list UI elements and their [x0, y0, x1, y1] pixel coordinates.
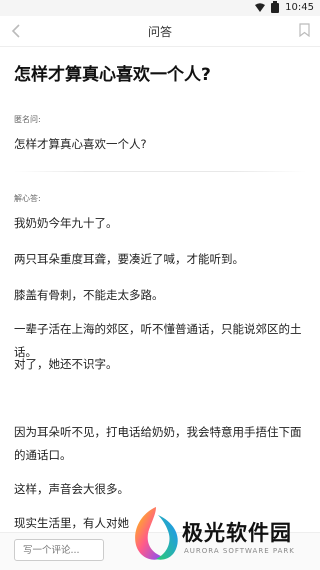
answer-paragraph: 我奶奶今年九十了。	[14, 216, 118, 230]
comment-input[interactable]	[14, 539, 104, 561]
question-title: 怎样才算真心喜欢一个人?	[14, 65, 211, 85]
status-indicators: 10:45	[255, 0, 314, 13]
answerer-label: 解心答:	[14, 194, 41, 203]
answer-paragraph: 对了，她还不识字。	[14, 357, 118, 371]
answer-paragraph: 因为耳朵听不见，打电话给奶奶，我会特意用手捂住下面的通话口。	[14, 425, 302, 462]
question-body: 怎样才算真心喜欢一个人?	[14, 137, 147, 151]
wifi-icon	[255, 3, 266, 12]
battery-icon	[271, 0, 280, 13]
status-time: 10:45	[285, 2, 314, 13]
answer-paragraph: 膝盖有骨刺，不能走太多路。	[14, 288, 164, 302]
asker-label: 匿名问:	[14, 115, 41, 124]
answer-paragraph: 这样，声音会大很多。	[14, 482, 129, 496]
status-bar: 10:45	[0, 0, 320, 16]
nav-bar: 问答	[0, 16, 320, 47]
divider	[14, 171, 306, 172]
comment-bar	[0, 532, 320, 570]
page-title: 问答	[147, 25, 172, 39]
bookmark-icon[interactable]	[299, 23, 310, 37]
answer-paragraph: 两只耳朵重度耳聋，要凑近了喊，才能听到。	[14, 252, 244, 266]
